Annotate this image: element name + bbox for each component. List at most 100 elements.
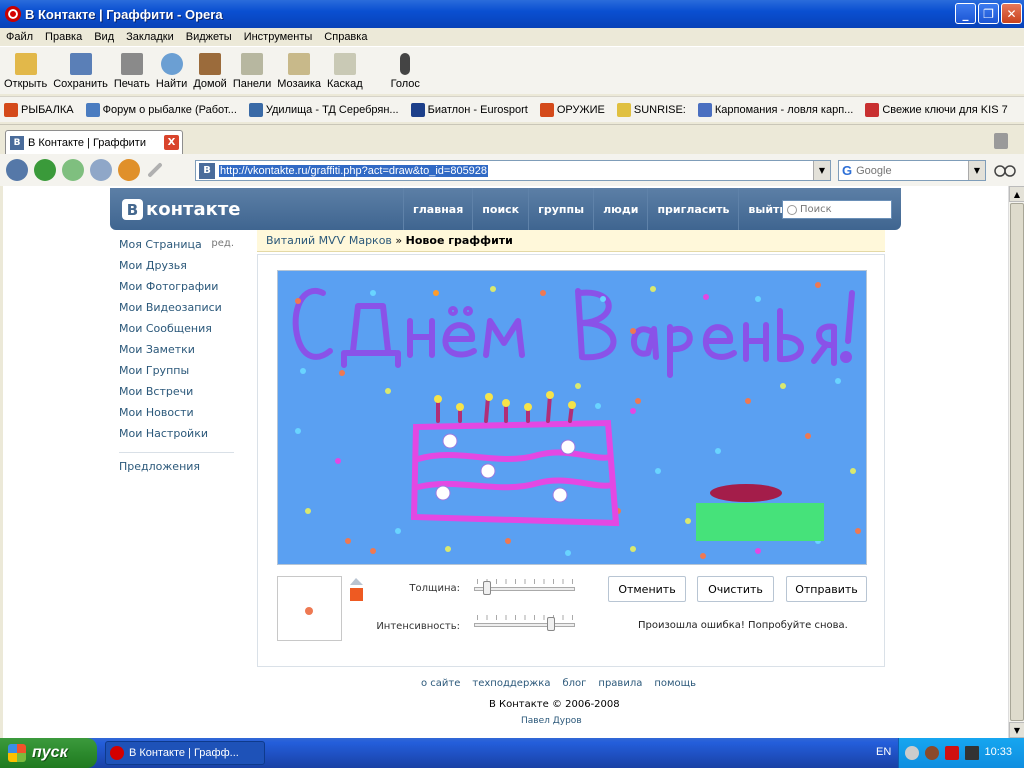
breadcrumb-user[interactable]: Виталий МѴѴ Марков xyxy=(266,234,392,247)
edit-pen-icon[interactable] xyxy=(147,162,163,178)
bookmark-item[interactable]: Биатлон - Eurosport xyxy=(410,102,528,117)
main-toolbar: Открыть Сохранить Печать Найти Домой Пан… xyxy=(0,46,1024,94)
start-button[interactable]: пуск xyxy=(0,738,97,768)
cancel-button[interactable]: Отменить xyxy=(608,576,686,602)
tray-back-icon[interactable] xyxy=(905,746,919,760)
menu-events[interactable]: Мои Встречи xyxy=(119,385,234,406)
tray-menu-icon[interactable] xyxy=(965,746,979,760)
vk-nav: главная поиск группы люди пригласить вый… xyxy=(403,188,796,230)
glasses-icon[interactable] xyxy=(994,162,1016,178)
taskbar-opera-item[interactable]: В Контакте | Графф... xyxy=(105,741,265,765)
footer-about[interactable]: о сайте xyxy=(421,678,460,689)
forward-icon[interactable] xyxy=(62,159,84,181)
menu-bookmarks[interactable]: Закладки xyxy=(126,31,174,43)
bookmark-item[interactable]: Свежие ключи для KIS 7 xyxy=(865,102,1008,117)
find-button[interactable]: Найти xyxy=(156,53,187,90)
cascade-button[interactable]: Каскад xyxy=(327,53,363,90)
open-button[interactable]: Открыть xyxy=(4,53,47,90)
edit-link[interactable]: ред. xyxy=(211,238,234,249)
menu-notes[interactable]: Мои Заметки xyxy=(119,343,234,364)
thickness-slider-knob[interactable] xyxy=(483,581,492,595)
tab-vkontakte[interactable]: B В Контакте | Граффити X xyxy=(5,130,183,154)
address-toolbar: B http://vkontakte.ru/graffiti.php?act=d… xyxy=(0,154,1024,186)
vertical-scrollbar[interactable]: ▲ ▼ xyxy=(1008,186,1024,738)
url-text[interactable]: http://vkontakte.ru/graffiti.php?act=dra… xyxy=(219,164,489,177)
language-indicator[interactable]: EN xyxy=(876,746,891,758)
footer-rules[interactable]: правила xyxy=(598,678,642,689)
back-icon[interactable] xyxy=(34,159,56,181)
close-tab-icon[interactable]: X xyxy=(164,135,179,150)
nav-invite[interactable]: пригласить xyxy=(647,188,738,230)
search-engine-field[interactable]: G ▼ xyxy=(838,160,986,181)
intensity-slider-knob[interactable] xyxy=(546,617,555,631)
clear-button[interactable]: Очистить xyxy=(697,576,774,602)
bookmark-item[interactable]: ОРУЖИЕ xyxy=(539,102,605,117)
address-dropdown-icon[interactable]: ▼ xyxy=(813,161,830,180)
voice-icon xyxy=(400,53,411,75)
rewind-icon[interactable] xyxy=(6,159,28,181)
voice-button[interactable]: Голос xyxy=(391,53,420,90)
menu-groups[interactable]: Мои Группы xyxy=(119,364,234,385)
scroll-down-icon[interactable]: ▼ xyxy=(1009,722,1024,738)
close-window-button[interactable]: ✕ xyxy=(1001,3,1022,24)
reload-icon[interactable] xyxy=(118,159,140,181)
save-button[interactable]: Сохранить xyxy=(53,53,108,90)
send-button[interactable]: Отправить xyxy=(786,576,867,602)
menu-friends[interactable]: Мои Друзья xyxy=(119,259,234,280)
tray-k-icon[interactable] xyxy=(945,746,959,760)
scroll-thumb[interactable] xyxy=(1010,203,1024,721)
ru-flag-icon xyxy=(539,102,554,117)
menu-widgets[interactable]: Виджеты xyxy=(186,31,232,43)
color-picker-arrow-icon[interactable] xyxy=(350,578,363,585)
search-dropdown-icon[interactable]: ▼ xyxy=(968,161,985,180)
menu-videos[interactable]: Мои Видеозаписи xyxy=(119,301,234,322)
scroll-up-icon[interactable]: ▲ xyxy=(1009,186,1024,202)
nav-home[interactable]: главная xyxy=(403,188,472,230)
menu-photos[interactable]: Мои Фотографии xyxy=(119,280,234,301)
footer-help[interactable]: помощь xyxy=(654,678,696,689)
home-icon xyxy=(199,53,222,75)
search-input[interactable] xyxy=(856,164,967,177)
menu-suggestions[interactable]: Предложения xyxy=(119,460,234,481)
graffiti-canvas[interactable] xyxy=(277,270,867,565)
tile-button[interactable]: Мозаика xyxy=(277,53,321,90)
footer-support[interactable]: техподдержка xyxy=(472,678,550,689)
trash-icon[interactable] xyxy=(994,133,1008,149)
menu-view[interactable]: Вид xyxy=(94,31,114,43)
menu-file[interactable]: Файл xyxy=(6,31,33,43)
menu-edit[interactable]: Правка xyxy=(45,31,82,43)
vk-logo-icon: В xyxy=(122,199,143,220)
print-button[interactable]: Печать xyxy=(114,53,150,90)
author-link[interactable]: Павел Дуров xyxy=(521,716,582,726)
thickness-slider[interactable] xyxy=(474,579,575,597)
menu-help[interactable]: Справка xyxy=(324,31,367,43)
nav-people[interactable]: люди xyxy=(593,188,647,230)
address-field[interactable]: B http://vkontakte.ru/graffiti.php?act=d… xyxy=(195,160,831,181)
clock: 10:33 xyxy=(984,746,1012,758)
intensity-slider[interactable] xyxy=(474,615,575,633)
tray-antivirus-icon[interactable] xyxy=(925,746,939,760)
bookmark-item[interactable]: Удилища - ТД Серебрян... xyxy=(248,102,399,117)
color-picker-swatch[interactable] xyxy=(350,588,363,601)
bookmark-item[interactable]: Форум о рыбалке (Работ... xyxy=(85,102,237,117)
vk-search-input[interactable]: Поиск xyxy=(782,200,892,219)
home-button[interactable]: Домой xyxy=(193,53,227,90)
vk-favicon-icon: B xyxy=(10,135,24,150)
brush-preview xyxy=(277,576,342,641)
bookmark-item[interactable]: SUNRISE: xyxy=(616,102,686,117)
panels-button[interactable]: Панели xyxy=(233,53,271,90)
nav-search[interactable]: поиск xyxy=(472,188,528,230)
fast-forward-icon[interactable] xyxy=(90,159,112,181)
menu-messages[interactable]: Мои Сообщения xyxy=(119,322,234,343)
footer-blog[interactable]: блог xyxy=(562,678,586,689)
nav-groups[interactable]: группы xyxy=(528,188,593,230)
menu-news[interactable]: Мои Новости xyxy=(119,406,234,427)
menu-settings[interactable]: Мои Настройки xyxy=(119,427,234,448)
check-icon xyxy=(85,102,100,117)
menu-tools[interactable]: Инструменты xyxy=(244,31,313,43)
vk-logo[interactable]: В контакте xyxy=(122,199,240,220)
bookmark-item[interactable]: РЫБАЛКА xyxy=(4,102,74,117)
bookmark-item[interactable]: Карпомания - ловля карп... xyxy=(697,102,853,117)
maximize-button[interactable]: ❐ xyxy=(978,3,999,24)
minimize-button[interactable]: _ xyxy=(955,3,976,24)
